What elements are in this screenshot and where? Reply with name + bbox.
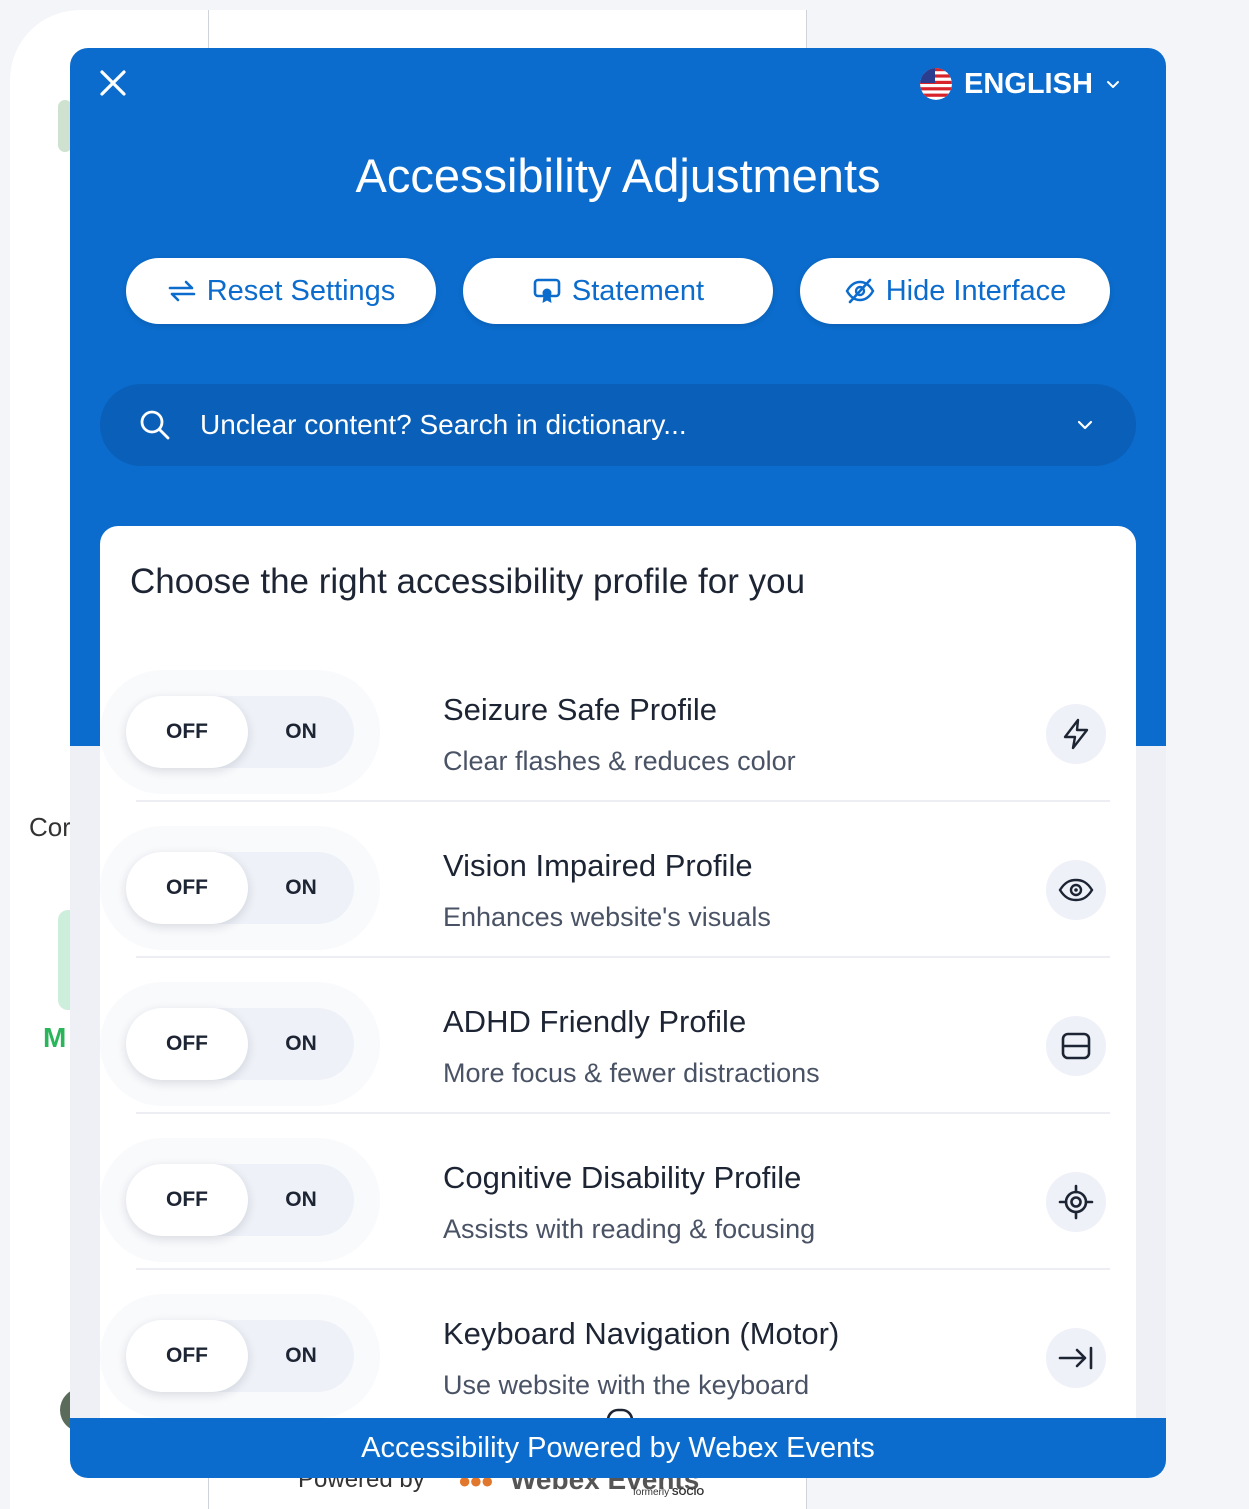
toggle-on-label: ON xyxy=(285,1188,317,1211)
profile-row-vision-impaired: OFF ON Vision Impaired Profile Enhances … xyxy=(100,802,1136,958)
statement-icon xyxy=(533,278,561,303)
panel-title: Accessibility Adjustments xyxy=(355,149,881,202)
chevron-down-icon xyxy=(1106,81,1119,88)
profile-title: Vision Impaired Profile xyxy=(443,848,753,883)
lightning-icon xyxy=(1046,704,1106,764)
background-green-text: M xyxy=(43,1022,67,1053)
toggle-off-label: OFF xyxy=(166,720,208,743)
target-icon xyxy=(1046,1172,1106,1232)
profile-row-keyboard-navigation: OFF ON Keyboard Navigation (Motor) Use w… xyxy=(100,1270,1136,1426)
dictionary-search[interactable] xyxy=(100,384,1136,466)
toggle-on-label: ON xyxy=(285,1032,317,1055)
profile-toggle[interactable]: OFF ON xyxy=(126,1320,354,1392)
toggle-on-label: ON xyxy=(285,876,317,899)
close-button[interactable] xyxy=(96,66,130,100)
toggle-off-label: OFF xyxy=(166,1344,208,1367)
profile-title: Keyboard Navigation (Motor) xyxy=(443,1316,840,1351)
background-formerly: formerly SOCIO xyxy=(633,1487,704,1498)
profile-title: Seizure Safe Profile xyxy=(443,692,717,727)
reset-settings-button[interactable]: Reset Settings xyxy=(126,258,436,324)
hide-interface-button[interactable]: Hide Interface xyxy=(800,258,1110,324)
toggle-off-label: OFF xyxy=(166,1032,208,1055)
profile-title: Cognitive Disability Profile xyxy=(443,1160,802,1195)
hide-interface-label: Hide Interface xyxy=(885,274,1067,307)
statement-button[interactable]: Statement xyxy=(463,258,773,324)
footer-label: Accessibility Powered by Webex Events xyxy=(361,1431,875,1464)
reset-settings-label: Reset Settings xyxy=(206,274,396,307)
arrow-to-bar-icon xyxy=(1046,1328,1106,1388)
us-flag-icon xyxy=(920,68,952,100)
toggle-off-label: OFF xyxy=(166,1188,208,1211)
profile-subtitle: Use website with the keyboard xyxy=(443,1370,810,1400)
eye-icon xyxy=(1046,860,1106,920)
language-selector[interactable]: ENGLISH xyxy=(920,66,1121,102)
toggle-off-label: OFF xyxy=(166,876,208,899)
formerly-brand: SOCIO xyxy=(671,1487,705,1498)
profile-subtitle: Clear flashes & reduces color xyxy=(443,746,796,776)
profiles-card: Choose the right accessibility profile f… xyxy=(100,526,1136,1478)
toggle-on-label: ON xyxy=(285,720,317,743)
profile-subtitle: Assists with reading & focusing xyxy=(443,1214,816,1244)
profile-toggle[interactable]: OFF ON xyxy=(126,1008,354,1080)
powered-by-footer[interactable]: Accessibility Powered by Webex Events xyxy=(70,1418,1166,1478)
profile-title: ADHD Friendly Profile xyxy=(443,1004,747,1039)
profile-row-adhd-friendly: OFF ON ADHD Friendly Profile More focus … xyxy=(100,958,1136,1114)
profile-row-cognitive-disability: OFF ON Cognitive Disability Profile Assi… xyxy=(100,1114,1136,1270)
formerly-text: formerly xyxy=(633,1487,670,1498)
profile-subtitle: More focus & fewer distractions xyxy=(443,1058,820,1088)
chevron-down-icon[interactable] xyxy=(1074,414,1096,436)
profile-toggle[interactable]: OFF ON xyxy=(126,696,354,768)
profile-toggle[interactable]: OFF ON xyxy=(126,852,354,924)
background-text: Cor xyxy=(29,812,71,842)
profile-row-seizure-safe: OFF ON Seizure Safe Profile Clear flashe… xyxy=(100,646,1136,802)
toggle-on-label: ON xyxy=(285,1344,317,1367)
language-label: ENGLISH xyxy=(964,67,1093,100)
search-icon xyxy=(140,410,170,440)
eye-slash-icon xyxy=(845,278,875,304)
profiles-heading: Choose the right accessibility profile f… xyxy=(130,562,806,601)
accessibility-panel: ENGLISH Accessibility Adjustments Reset … xyxy=(70,48,1166,1478)
profile-subtitle: Enhances website's visuals xyxy=(443,902,771,932)
profile-toggle[interactable]: OFF ON xyxy=(126,1164,354,1236)
focus-frame-icon xyxy=(1046,1016,1106,1076)
reset-arrows-icon xyxy=(168,280,195,302)
dictionary-search-input[interactable] xyxy=(200,409,1074,441)
statement-label: Statement xyxy=(571,274,705,307)
close-icon xyxy=(100,70,126,96)
